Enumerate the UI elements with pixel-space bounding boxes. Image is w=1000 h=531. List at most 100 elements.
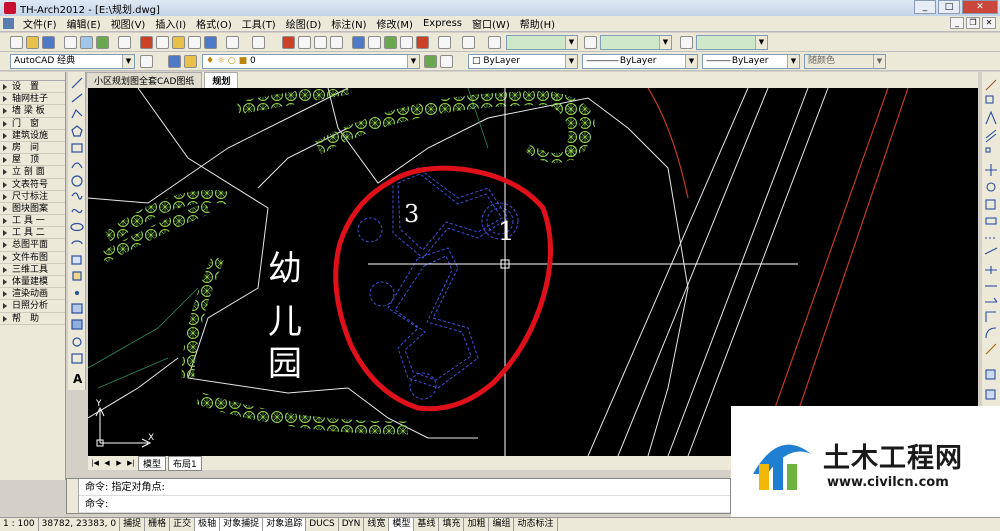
dim-style-icon[interactable] (584, 36, 597, 49)
menu-window[interactable]: 窗口(W) (467, 16, 515, 31)
calculator-icon[interactable] (438, 36, 451, 49)
text-style-icon[interactable] (488, 36, 501, 49)
table-style-select[interactable]: ▼ (696, 35, 768, 50)
redo-icon[interactable] (252, 36, 265, 49)
toggle-group[interactable]: 编组 (489, 518, 515, 531)
toggle-bold[interactable]: 加粗 (464, 518, 490, 531)
menu-edit[interactable]: 编辑(E) (62, 16, 106, 31)
new-file-icon[interactable] (10, 36, 23, 49)
match-properties-icon[interactable] (188, 36, 201, 49)
toggle-ducs[interactable]: DUCS (306, 518, 339, 531)
tab-model[interactable]: 模型 (138, 455, 167, 471)
last-tab-icon[interactable]: ▶| (126, 458, 136, 468)
workspace-settings-icon[interactable] (140, 55, 153, 68)
paste-icon[interactable] (172, 36, 185, 49)
toggle-snap[interactable]: 捕捉 (120, 518, 146, 531)
publish-icon[interactable] (96, 36, 109, 49)
drawing-canvas[interactable]: 幼 儿 园 3 1 X Y (88, 88, 978, 456)
block-editor-icon[interactable] (204, 36, 217, 49)
panel-item-rooms[interactable]: 房 间 (0, 142, 65, 155)
zoom-realtime-icon[interactable] (298, 36, 311, 49)
dim-style-select[interactable]: ▼ (600, 35, 672, 50)
prev-tab-icon[interactable]: ◀ (102, 458, 112, 468)
panel-item-settings[interactable]: 设 置 (0, 81, 65, 94)
toggle-model[interactable]: 模型 (389, 518, 415, 531)
menu-file[interactable]: 文件(F) (18, 16, 62, 31)
tab-full-drawing-set[interactable]: 小区规划图全套CAD图纸 (86, 72, 203, 88)
table-style-icon[interactable] (680, 36, 693, 49)
menu-draw[interactable]: 绘图(D) (281, 16, 327, 31)
pan-icon[interactable] (282, 36, 295, 49)
layer-select[interactable]: ♦ ☼ ○ ■ 0 ▼ (202, 54, 420, 69)
zoom-previous-icon[interactable] (330, 36, 343, 49)
menu-insert[interactable]: 插入(I) (150, 16, 191, 31)
panel-item-3d-tools[interactable]: 三维工具 (0, 264, 65, 276)
toggle-dynamic-dim[interactable]: 动态标注 (514, 518, 558, 531)
toggle-osnap[interactable]: 对象捕捉 (220, 518, 264, 531)
panel-item-site-plan[interactable]: 总图平面 (0, 239, 65, 252)
tab-layout1[interactable]: 布局1 (168, 455, 202, 471)
linetype-select[interactable]: ———— ByLayer ▼ (582, 54, 698, 69)
menu-modify[interactable]: 修改(M) (372, 16, 418, 31)
design-center-icon[interactable] (368, 36, 381, 49)
first-tab-icon[interactable]: |◀ (90, 458, 100, 468)
make-current-layer-icon[interactable] (424, 55, 437, 68)
drawing-svg[interactable]: 幼 儿 园 3 1 X Y (88, 88, 978, 456)
tool-palettes-icon[interactable] (384, 36, 397, 49)
command-input-line[interactable]: 命令: (67, 496, 730, 513)
scale-readout[interactable]: 1 : 100 (0, 518, 39, 531)
panel-item-render[interactable]: 渲染动画 (0, 288, 65, 301)
menu-view[interactable]: 视图(V) (106, 16, 151, 31)
properties-icon[interactable] (352, 36, 365, 49)
toggle-grid[interactable]: 栅格 (145, 518, 171, 531)
doc-restore-button[interactable]: ❐ (966, 17, 980, 29)
zoom-window-icon[interactable] (314, 36, 327, 49)
panel-item-tools-1[interactable]: 工 具 一 (0, 215, 65, 228)
command-window[interactable]: 命令: 指定对角点: 命令: (66, 478, 731, 514)
panel-item-tools-2[interactable]: 工 具 二 (0, 227, 65, 240)
doc-close-button[interactable]: ✕ (982, 17, 996, 29)
toggle-baseline[interactable]: 基线 (414, 518, 440, 531)
maximize-button[interactable]: □ (938, 0, 960, 14)
toggle-ortho[interactable]: 正交 (170, 518, 196, 531)
panel-item-doors-windows[interactable]: 门 窗 (0, 118, 65, 130)
text-style-select[interactable]: ▼ (506, 35, 578, 50)
tab-planning[interactable]: 规划 (204, 72, 239, 88)
command-window-grip[interactable] (67, 479, 79, 513)
cut-icon[interactable] (140, 36, 153, 49)
panel-item-symbols[interactable]: 文表符号 (0, 179, 65, 191)
layer-previous-icon[interactable] (440, 55, 453, 68)
menu-help[interactable]: 帮助(H) (515, 16, 560, 31)
panel-item-axis-grid[interactable]: 轴网柱子 (0, 93, 65, 106)
panel-item-facilities[interactable]: 建筑设施 (0, 130, 65, 142)
copy-icon[interactable] (156, 36, 169, 49)
toggle-otrack[interactable]: 对象追踪 (263, 518, 307, 531)
menu-format[interactable]: 格式(O) (191, 16, 237, 31)
doc-minimize-button[interactable]: _ (950, 17, 964, 29)
panel-item-massing[interactable]: 体量建模 (0, 276, 65, 289)
layer-manager-icon[interactable] (168, 55, 181, 68)
toggle-fill[interactable]: 填充 (439, 518, 465, 531)
layer-state-icon[interactable] (184, 55, 197, 68)
menu-dimension[interactable]: 标注(N) (326, 16, 371, 31)
print-icon[interactable] (64, 36, 77, 49)
minimize-button[interactable]: _ (914, 0, 936, 14)
toggle-dyn[interactable]: DYN (339, 518, 365, 531)
markup-icon[interactable] (416, 36, 429, 49)
help-icon[interactable] (462, 36, 475, 49)
print-preview-icon[interactable] (80, 36, 93, 49)
panel-item-elevation[interactable]: 立 剖 面 (0, 166, 65, 179)
plotstyle-select[interactable]: 随颜色 ▼ (804, 54, 886, 69)
toggle-lineweight[interactable]: 线宽 (364, 518, 390, 531)
menu-tools[interactable]: 工具(T) (237, 16, 281, 31)
close-button[interactable]: ✕ (962, 0, 998, 14)
panel-item-layout[interactable]: 文件布图 (0, 252, 65, 264)
open-file-icon[interactable] (26, 36, 39, 49)
panel-item-roof[interactable]: 屋 顶 (0, 154, 65, 167)
menu-express[interactable]: Express (418, 18, 467, 29)
panel-item-sunlight[interactable]: 日照分析 (0, 300, 65, 313)
3d-publish-icon[interactable] (118, 36, 131, 49)
lineweight-select[interactable]: ——— ByLayer ▼ (702, 54, 800, 69)
toggle-polar[interactable]: 极轴 (195, 518, 221, 531)
save-icon[interactable] (42, 36, 55, 49)
